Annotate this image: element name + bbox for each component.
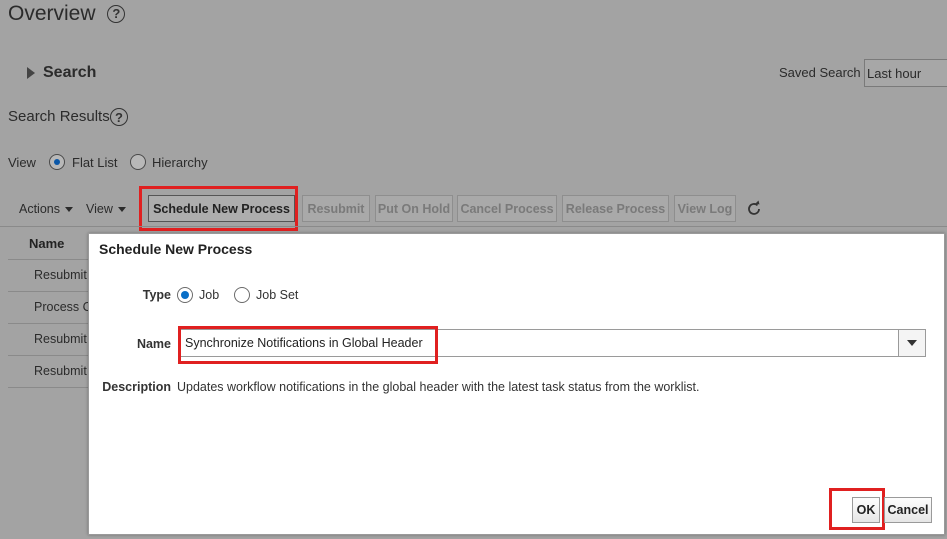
view-menu-label: View [86, 202, 113, 216]
chevron-down-icon [65, 207, 73, 213]
search-results-heading: Search Results [8, 108, 110, 125]
dialog-title: Schedule New Process [99, 241, 253, 257]
view-flat-list-radio[interactable] [49, 154, 65, 175]
page-title-text: Overview [8, 2, 96, 25]
chevron-down-icon [907, 340, 917, 346]
row-name-cell: Resubmit [34, 364, 87, 378]
results-help: ? [110, 108, 128, 127]
schedule-new-process-button[interactable]: Schedule New Process [148, 195, 295, 222]
name-label: Name [136, 337, 171, 351]
refresh-icon[interactable] [745, 200, 763, 223]
type-job-set-radio[interactable] [234, 287, 250, 303]
type-job-set-label[interactable]: Job Set [256, 288, 298, 302]
put-on-hold-button[interactable]: Put On Hold [375, 195, 453, 222]
table-header-name[interactable]: Name [29, 236, 64, 251]
row-name-cell: Resubmit [34, 332, 87, 346]
expand-triangle-icon[interactable] [27, 67, 35, 79]
saved-search-select[interactable]: Last hour [864, 59, 947, 87]
table-row[interactable]: Resubmit [8, 260, 88, 292]
release-process-button[interactable]: Release Process [562, 195, 669, 222]
radio-unselected-icon[interactable] [130, 154, 146, 170]
schedule-new-process-dialog: Schedule New Process Type Job Job Set Na… [88, 233, 945, 535]
search-section-label[interactable]: Search [43, 64, 96, 82]
view-hierarchy-label[interactable]: Hierarchy [152, 155, 208, 170]
ok-button[interactable]: OK [852, 497, 880, 523]
table-row[interactable]: Process C [8, 292, 92, 324]
table-row[interactable]: Resubmit [8, 356, 88, 388]
page-title: Overview ? [8, 2, 126, 26]
table-top-border [0, 226, 947, 227]
saved-search-label: Saved Search [779, 65, 861, 80]
view-hierarchy-radio[interactable] [130, 154, 146, 175]
view-menu[interactable]: View [86, 202, 126, 216]
actions-menu-label: Actions [19, 202, 60, 216]
cancel-button[interactable]: Cancel [884, 497, 932, 523]
row-name-cell: Process C [34, 300, 92, 314]
radio-selected-icon[interactable] [49, 154, 65, 170]
description-text: Updates workflow notifications in the gl… [177, 380, 700, 394]
table-row[interactable]: Resubmit [8, 324, 88, 356]
description-label: Description [102, 380, 171, 394]
type-label: Type [142, 288, 171, 302]
actions-menu[interactable]: Actions [19, 202, 73, 216]
resubmit-button[interactable]: Resubmit [302, 195, 370, 222]
dropdown-button[interactable] [898, 330, 925, 356]
type-job-label[interactable]: Job [199, 288, 219, 302]
highlight-name-field [178, 326, 438, 364]
help-icon[interactable]: ? [110, 108, 128, 126]
cancel-process-button[interactable]: Cancel Process [457, 195, 557, 222]
chevron-down-icon [117, 207, 126, 213]
row-name-cell: Resubmit [34, 268, 87, 282]
help-icon[interactable]: ? [107, 4, 126, 23]
view-log-button[interactable]: View Log [674, 195, 736, 222]
type-job-radio[interactable] [177, 287, 193, 303]
view-flat-list-label[interactable]: Flat List [72, 155, 118, 170]
view-label: View [8, 155, 36, 170]
